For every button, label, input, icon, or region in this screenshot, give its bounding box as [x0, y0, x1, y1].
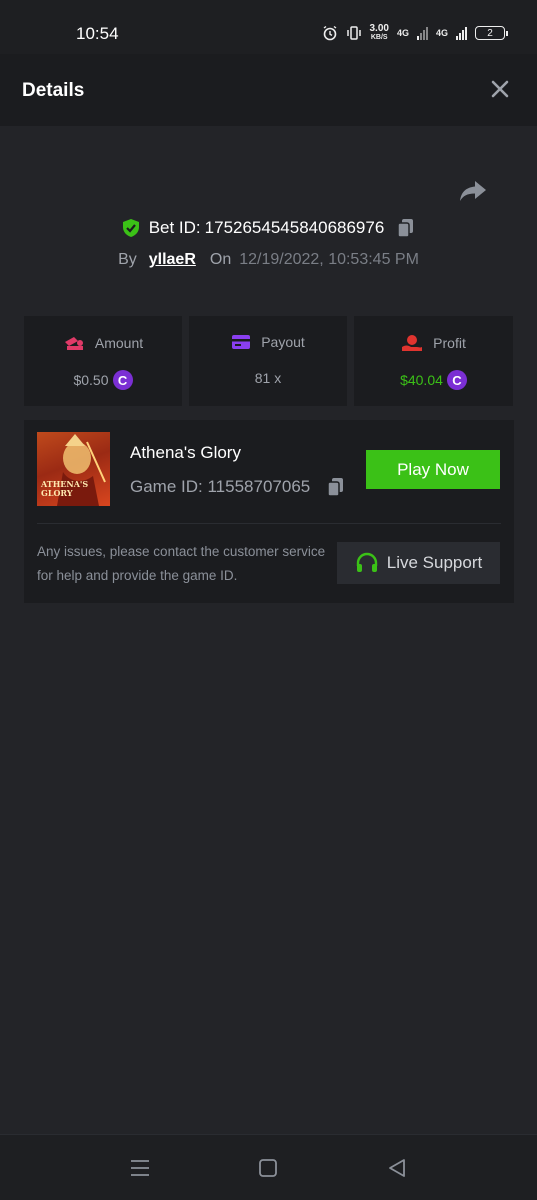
game-id-value: 11558707065: [207, 477, 311, 496]
play-now-button[interactable]: Play Now: [366, 450, 500, 489]
game-card: ATHENA'S GLORY Athena's Glory Game ID: 1…: [24, 420, 514, 603]
by-label: By: [118, 251, 137, 268]
amount-label: Amount: [94, 335, 144, 351]
payout-value-row: 81 x: [189, 370, 347, 386]
coin-hand-icon: [402, 335, 423, 351]
headset-icon: [356, 552, 377, 572]
game-id-label: Game ID:: [130, 477, 203, 496]
alarm-icon: [323, 25, 336, 41]
bet-id-value: 1752654545840686976: [204, 218, 385, 237]
card-icon: [232, 335, 251, 349]
shield-check-icon: [122, 219, 139, 237]
status-time: 10:54: [76, 24, 119, 43]
close-button[interactable]: [489, 78, 511, 100]
menu-nav-button[interactable]: [129, 1157, 151, 1179]
coin-icon: C: [446, 370, 467, 390]
system-nav-bar: [0, 1134, 537, 1200]
game-thumbnail[interactable]: ATHENA'S GLORY: [37, 432, 110, 506]
share-button[interactable]: [458, 178, 488, 204]
amount-value-row: $0.50 C: [24, 370, 182, 390]
game-name: Athena's Glory: [130, 443, 241, 462]
money-icon: [64, 337, 83, 350]
vibrate-icon: [346, 26, 361, 40]
menu-icon: [131, 1160, 149, 1176]
payout-value: 81 x: [254, 370, 282, 386]
amount-value: $0.50: [73, 372, 109, 388]
status-bar: 10:54 3.00 KB/S 4G 4G 2: [0, 0, 537, 54]
net-speed-value: 3.00: [369, 23, 389, 34]
payout-label: Payout: [261, 334, 305, 350]
bet-meta-row: By yllaeR On 12/19/2022, 10:53:45 PM: [0, 248, 537, 272]
coin-icon: C: [112, 370, 133, 390]
profit-value: $40.04: [400, 372, 443, 388]
game-id-row: Game ID: 11558707065: [130, 476, 346, 498]
share-icon: [460, 181, 486, 201]
live-support-button[interactable]: Live Support: [337, 542, 500, 584]
signal-icon-1: [416, 26, 428, 40]
back-nav-button[interactable]: [386, 1157, 408, 1179]
profit-label-row: Profit: [354, 334, 513, 352]
profit-value-row: $40.04 C: [354, 370, 513, 390]
payout-card: Payout 81 x: [189, 316, 347, 406]
network-label-1: 4G: [396, 28, 409, 38]
home-nav-button[interactable]: [257, 1157, 279, 1179]
card-divider: [37, 523, 501, 524]
page-title: Details: [22, 80, 85, 101]
amount-card: Amount $0.50 C: [24, 316, 182, 406]
signal-icon-2: [456, 26, 467, 40]
copy-bet-id-icon[interactable]: [396, 217, 416, 239]
battery-icon: 2: [475, 26, 508, 40]
close-icon: [491, 80, 509, 98]
bet-id-label: Bet ID:: [148, 218, 201, 237]
network-label-2: 4G: [435, 28, 448, 38]
payout-label-row: Payout: [189, 334, 347, 350]
live-support-label: Live Support: [386, 553, 483, 572]
user-link[interactable]: yllaeR: [149, 251, 196, 269]
support-notice: Any issues, please contact the customer …: [37, 544, 326, 583]
battery-level: 2: [487, 27, 493, 39]
profit-label: Profit: [433, 335, 466, 351]
details-header: Details: [0, 54, 537, 126]
profit-card: Profit $40.04 C: [354, 316, 513, 406]
back-triangle-icon: [389, 1159, 405, 1177]
amount-label-row: Amount: [24, 334, 182, 352]
copy-game-id-icon[interactable]: [326, 476, 346, 498]
net-speed: 3.00 KB/S: [370, 24, 389, 42]
status-icons: 3.00 KB/S 4G 4G 2: [322, 24, 508, 42]
game-thumb-text: ATHENA'S GLORY: [41, 479, 89, 498]
bet-id-row: Bet ID: 1752654545840686976: [0, 214, 537, 242]
on-label: On: [209, 251, 232, 268]
home-square-icon: [259, 1159, 277, 1177]
net-speed-unit: KB/S: [370, 34, 388, 41]
bet-datetime: 12/19/2022, 10:53:45 PM: [239, 251, 419, 268]
